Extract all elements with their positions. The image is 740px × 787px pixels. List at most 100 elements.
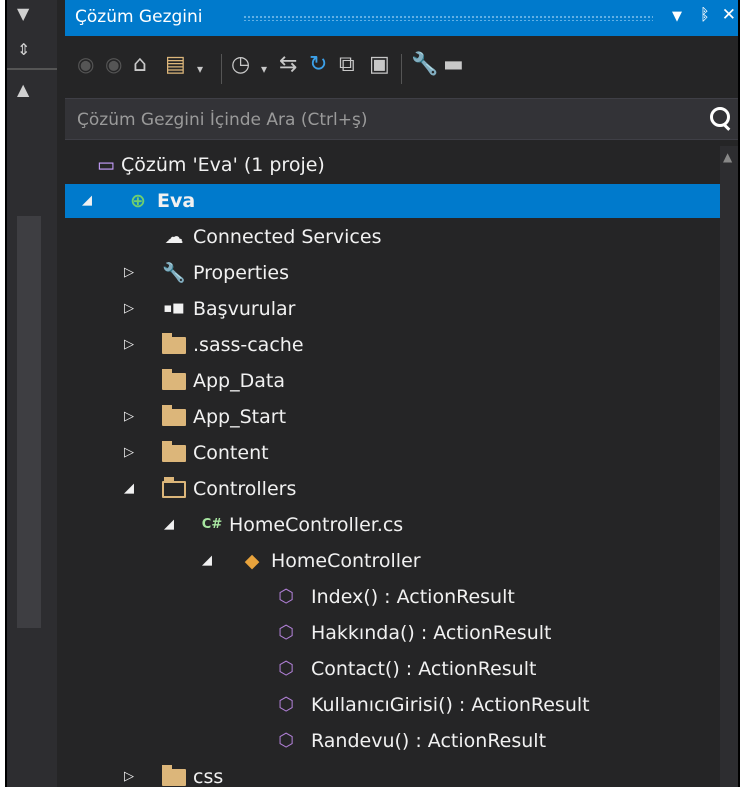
tree-item-folder[interactable]: ▷ .sass-cache	[65, 328, 738, 362]
collapsed-arrow-icon[interactable]: ▷	[121, 292, 137, 326]
left-gutter: ▼ ⇕ ▲	[7, 0, 57, 787]
tree-item-label: HomeController.cs	[229, 514, 404, 536]
tree-item-solution[interactable]: ▭ Çözüm 'Eva' (1 proje)	[65, 148, 738, 182]
method-icon: ⬡	[278, 694, 294, 715]
method-icon: ⬡	[278, 730, 294, 751]
back-icon[interactable]: ◉	[77, 52, 94, 76]
title-bar: Çözüm Gezgini ▼ ᛔ ✕	[65, 0, 738, 36]
tree-item-label: Controllers	[193, 478, 297, 500]
expanded-arrow-icon[interactable]: ◢	[79, 184, 95, 218]
tree-item-label: css	[193, 766, 224, 787]
collapsed-arrow-icon[interactable]: ▷	[121, 400, 137, 434]
search-input[interactable]	[65, 99, 679, 141]
tree-item-label: Contact() : ActionResult	[311, 658, 537, 680]
close-icon[interactable]: ✕	[722, 5, 736, 25]
tree-item-label: .sass-cache	[193, 334, 304, 356]
tree-item-label: Başvurular	[193, 298, 296, 320]
toolbar: ◉ ◉ ⌂ ▤ ▾ ◷ ▾ ⇆ ↻ ⧉ ▣ 🔧 ▬	[65, 46, 738, 92]
chevron-down-icon[interactable]: ▾	[261, 62, 267, 76]
collapsed-arrow-icon[interactable]: ▷	[121, 436, 137, 470]
tree-item-label: App_Start	[193, 406, 287, 428]
csharp-file-icon: C#	[201, 517, 223, 532]
tree-item-properties[interactable]: ▷ 🔧 Properties	[65, 256, 738, 290]
toolbar-separator	[221, 54, 222, 84]
wrench-icon: 🔧	[162, 262, 186, 284]
collapse-all-icon[interactable]: ⧉	[339, 52, 355, 77]
folder-icon	[161, 436, 187, 473]
tree-item-references[interactable]: ▷ ▪■ Başvurular	[65, 292, 738, 326]
cloud-icon: ☁	[164, 226, 184, 248]
folder-icon	[161, 364, 187, 401]
tree-item-connected-services[interactable]: ☁ Connected Services	[65, 220, 738, 254]
tree-item-folder[interactable]: App_Data	[65, 364, 738, 398]
search-icon[interactable]	[710, 107, 730, 127]
expanded-arrow-icon[interactable]: ◢	[199, 544, 215, 578]
dropdown-icon[interactable]: ▼	[672, 9, 682, 24]
folder-icon	[161, 400, 187, 437]
title-grip[interactable]	[243, 15, 653, 21]
search-box	[65, 98, 738, 141]
pin-icon[interactable]: ᛔ	[700, 5, 710, 25]
tree-item-method[interactable]: ⬡ Hakkında() : ActionResult	[65, 616, 738, 650]
tree-item-label: Index() : ActionResult	[311, 586, 515, 608]
references-icon: ▪■	[163, 301, 185, 316]
method-icon: ⬡	[278, 622, 294, 643]
tree-item-method[interactable]: ⬡ Index() : ActionResult	[65, 580, 738, 614]
window-frame: ▼ ⇕ ▲ Çözüm Gezgini ▼ ᛔ ✕ ◉ ◉ ⌂ ▤ ▾ ◷ ▾ …	[5, 0, 740, 787]
tree-item-folder[interactable]: ▷ Content	[65, 436, 738, 470]
folder-icon	[161, 328, 187, 365]
tree-item-method[interactable]: ⬡ Randevu() : ActionResult	[65, 724, 738, 758]
tree-item-folder[interactable]: ◢ Controllers	[65, 472, 738, 506]
toolbar-separator	[401, 54, 402, 84]
tree-item-method[interactable]: ⬡ KullanıcıGirisi() : ActionResult	[65, 688, 738, 722]
forward-icon[interactable]: ◉	[105, 52, 122, 76]
collapsed-arrow-icon[interactable]: ▷	[121, 760, 137, 787]
class-icon: ◆	[244, 550, 260, 572]
web-project-icon: ⊕	[130, 190, 146, 212]
expanded-arrow-icon[interactable]: ◢	[161, 508, 177, 542]
tree-item-label: Connected Services	[193, 226, 382, 248]
tree-item-label: Çözüm 'Eva' (1 proje)	[121, 154, 325, 176]
splitter-icon[interactable]: ⇕	[17, 40, 30, 59]
tree-item-file[interactable]: ◢ C# HomeController.cs	[65, 508, 738, 542]
expanded-arrow-icon[interactable]: ◢	[121, 472, 137, 506]
tree-item-label: Hakkında() : ActionResult	[311, 622, 552, 644]
tree-item-label: Properties	[193, 262, 290, 284]
solution-icon: ▭	[97, 154, 115, 176]
chevron-down-icon[interactable]: ▾	[197, 62, 203, 76]
open-folder-icon	[161, 472, 187, 509]
tree-item-method[interactable]: ⬡ Contact() : ActionResult	[65, 652, 738, 686]
tree-item-label: KullanıcıGirisi() : ActionResult	[311, 694, 590, 716]
home-icon[interactable]: ⌂	[133, 52, 147, 77]
scroll-up-icon[interactable]: ▲	[723, 150, 732, 164]
refresh-icon[interactable]: ↻	[309, 52, 327, 77]
properties-icon[interactable]: 🔧	[411, 52, 438, 77]
method-icon: ⬡	[278, 658, 294, 679]
tree-item-folder[interactable]: ▷ css	[65, 760, 738, 787]
dropdown-icon[interactable]: ▼	[17, 4, 29, 23]
panel-title: Çözüm Gezgini	[75, 7, 203, 27]
tree-item-label: Content	[193, 442, 269, 464]
tree-item-label: Eva	[157, 190, 196, 212]
solution-tree: ▭ Çözüm 'Eva' (1 proje) ◢ ⊕ Eva ☁ Connec…	[65, 146, 738, 787]
tree-item-label: HomeController	[271, 550, 421, 572]
tree-item-folder[interactable]: ▷ App_Start	[65, 400, 738, 434]
preview-icon[interactable]: ▬	[443, 52, 464, 77]
method-icon: ⬡	[278, 586, 294, 607]
collapsed-arrow-icon[interactable]: ▷	[121, 256, 137, 290]
switch-views-icon[interactable]: ▤	[165, 52, 186, 77]
solution-explorer: Çözüm Gezgini ▼ ᛔ ✕ ◉ ◉ ⌂ ▤ ▾ ◷ ▾ ⇆ ↻ ⧉ …	[65, 0, 738, 787]
show-all-files-icon[interactable]: ▣	[369, 52, 390, 77]
scroll-up-icon[interactable]: ▲	[17, 80, 29, 99]
divider	[7, 68, 57, 70]
tree-item-label: App_Data	[193, 370, 285, 392]
vertical-scrollbar[interactable]: ▲	[720, 146, 738, 787]
collapsed-arrow-icon[interactable]: ▷	[121, 328, 137, 362]
pending-changes-icon[interactable]: ◷	[231, 52, 250, 77]
folder-icon	[161, 760, 187, 787]
sync-icon[interactable]: ⇆	[279, 52, 297, 77]
tree-item-project[interactable]: ◢ ⊕ Eva	[65, 184, 738, 218]
tree-item-label: Randevu() : ActionResult	[311, 730, 547, 752]
tree-item-class[interactable]: ◢ ◆ HomeController	[65, 544, 738, 578]
left-scrollbar[interactable]	[17, 216, 41, 628]
